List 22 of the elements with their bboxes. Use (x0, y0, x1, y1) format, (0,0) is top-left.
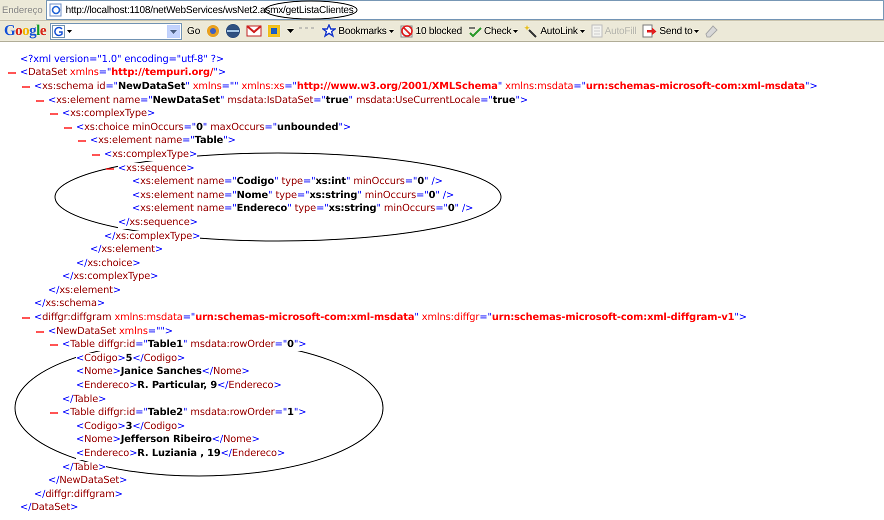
star-icon (322, 24, 336, 38)
wand-icon (524, 24, 538, 38)
caret-icon (580, 30, 585, 32)
blocked-icon (400, 24, 414, 38)
sendto-button[interactable]: Send to (641, 24, 700, 38)
form-icon (590, 24, 603, 38)
search-field[interactable] (50, 22, 182, 40)
address-label: Endereço (2, 4, 43, 16)
page-icon (48, 3, 63, 17)
go-button[interactable]: Go (186, 26, 202, 36)
xml-declaration: <?xml version="1.0" encoding="utf-8" ?> (20, 54, 224, 66)
autolink-button[interactable]: AutoLink (523, 24, 586, 38)
caret-icon (513, 30, 518, 32)
blocked-button[interactable]: 10 blocked (398, 24, 463, 38)
send-icon (642, 24, 658, 38)
caret-icon (694, 30, 700, 32)
dropdown-icon[interactable] (167, 24, 180, 38)
search-engine-icon (52, 24, 74, 38)
check-button[interactable]: Check (466, 24, 520, 38)
caret-icon (388, 30, 394, 32)
bookmarks-button[interactable]: Bookmarks (321, 24, 395, 38)
logo: Google (4, 22, 46, 40)
